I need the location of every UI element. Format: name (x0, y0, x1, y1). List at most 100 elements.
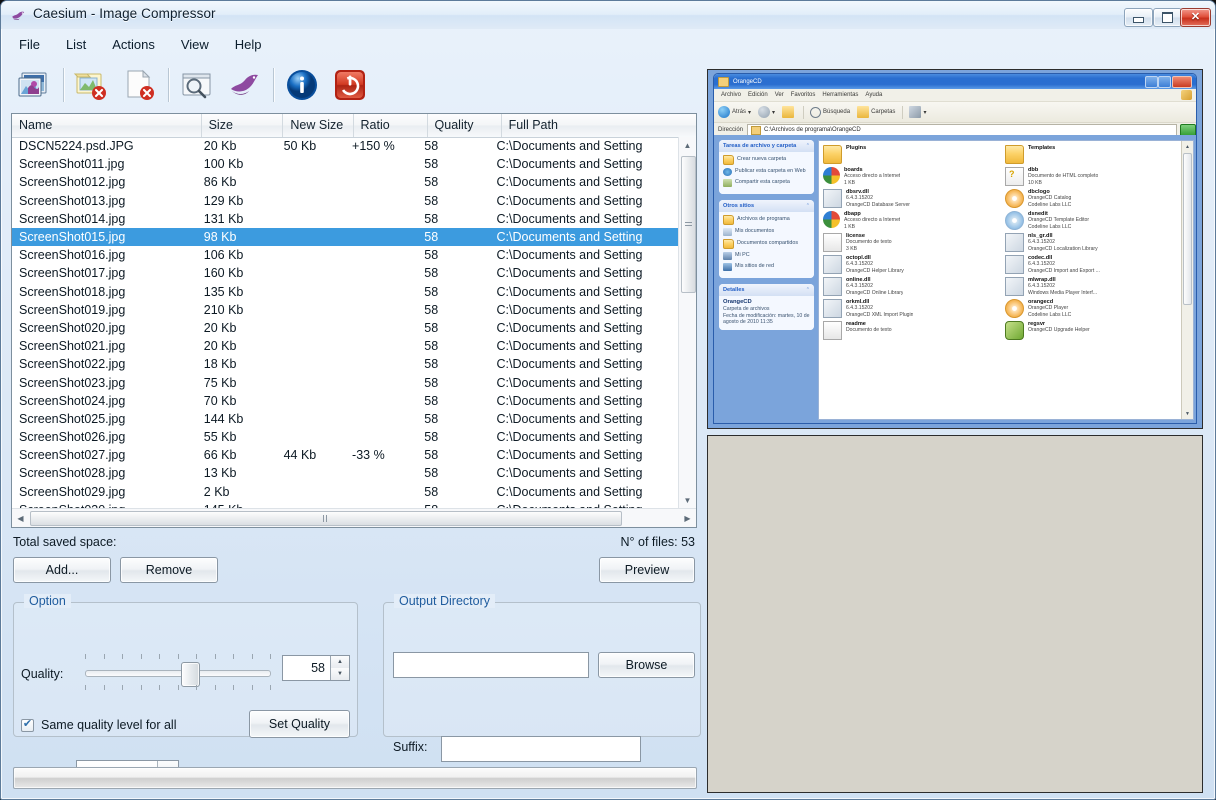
file-size-cell: 210 Kb (197, 301, 277, 319)
file-size-cell: 20 Kb (197, 319, 277, 337)
scroll-down-arrow-icon[interactable]: ▼ (679, 492, 696, 509)
menu-actions[interactable]: Actions (100, 34, 167, 55)
files-count-label: N° of files: 53 (621, 535, 695, 549)
xp-file-item: orkml.dll6.4.3.15202OrangeCD XML Import … (823, 299, 999, 318)
xp-file-item: readmeDocumento de texto (823, 321, 999, 340)
quality-slider[interactable] (85, 654, 271, 690)
xp-file-item: regsvrOrangeCD Upgrade Helper (1005, 321, 1181, 340)
horizontal-scroll-thumb[interactable] (30, 511, 622, 526)
table-row[interactable]: ScreenShot012.jpg86 Kb58C:\Documents and… (12, 173, 679, 191)
close-button[interactable]: ✕ (1180, 8, 1211, 27)
file-name-cell: ScreenShot018.jpg (12, 283, 197, 301)
table-row[interactable]: ScreenShot024.jpg70 Kb58C:\Documents and… (12, 392, 679, 410)
table-row[interactable]: ScreenShot013.jpg129 Kb58C:\Documents an… (12, 192, 679, 210)
file-path-cell: C:\Documents and Setting (490, 464, 679, 482)
file-path-cell: C:\Documents and Setting (490, 374, 679, 392)
frog-icon (1005, 321, 1024, 340)
exit-power-icon[interactable] (326, 61, 374, 109)
table-row[interactable]: ScreenShot016.jpg106 Kb58C:\Documents an… (12, 246, 679, 264)
file-name-cell: ScreenShot029.jpg (12, 483, 197, 501)
output-directory-input[interactable] (393, 652, 589, 678)
table-row[interactable]: ScreenShot018.jpg135 Kb58C:\Documents an… (12, 283, 679, 301)
table-row[interactable]: ScreenShot021.jpg20 Kb58C:\Documents and… (12, 337, 679, 355)
secondary-preview-panel[interactable] (707, 435, 1203, 793)
preview-button[interactable]: Preview (599, 557, 695, 583)
xp-file-detail: Codeline Labs LLC (1028, 312, 1071, 318)
maximize-button[interactable] (1153, 8, 1182, 27)
menu-view[interactable]: View (169, 34, 221, 55)
table-row[interactable]: ScreenShot019.jpg210 Kb58C:\Documents an… (12, 301, 679, 319)
table-row[interactable]: ScreenShot014.jpg131 Kb58C:\Documents an… (12, 210, 679, 228)
preview-magnifier-icon[interactable] (173, 61, 221, 109)
add-images-icon[interactable] (11, 61, 59, 109)
browse-button[interactable]: Browse (598, 652, 695, 678)
compress-bird-icon[interactable] (221, 61, 269, 109)
menu-file[interactable]: File (7, 34, 52, 55)
slider-ticks-bottom (85, 685, 271, 690)
file-quality-cell: 58 (417, 264, 489, 282)
add-button[interactable]: Add... (13, 557, 111, 583)
column-header-name[interactable]: Name (12, 114, 202, 137)
image-preview-panel[interactable]: OrangeCD Archivo Edición Ver Favoritos H… (707, 69, 1203, 429)
minimize-button[interactable] (1124, 8, 1153, 27)
file-quality-cell: 58 (417, 246, 489, 264)
column-header-full-path[interactable]: Full Path (502, 114, 696, 137)
same-quality-checkbox[interactable]: ✔ (21, 719, 34, 732)
xp-file-text: Plugins (846, 145, 866, 151)
table-row[interactable]: DSCN5224.psd.JPG20 Kb50 Kb+150 %58C:\Doc… (12, 137, 679, 155)
file-quality-cell: 58 (417, 464, 489, 482)
scroll-up-arrow-icon[interactable]: ▲ (679, 137, 696, 154)
same-quality-checkbox-row[interactable]: ✔ Same quality level for all (21, 718, 176, 732)
xp-panel-other-places: Otros sitios ⌃ Archivos de programa (719, 200, 814, 278)
horizontal-scrollbar[interactable]: ◀ ▶ (12, 508, 696, 527)
scroll-left-arrow-icon[interactable]: ◀ (12, 510, 29, 527)
xp-file-detail: OrangeCD Database Server (846, 202, 910, 208)
file-list[interactable]: Name Size New Size Ratio Quality Full Pa… (11, 113, 697, 528)
table-row[interactable]: ScreenShot027.jpg66 Kb44 Kb-33 %58C:\Doc… (12, 446, 679, 464)
xp-menu-favoritos: Favoritos (791, 92, 816, 98)
table-row[interactable]: ScreenShot025.jpg144 Kb58C:\Documents an… (12, 410, 679, 428)
clear-list-icon[interactable] (116, 61, 164, 109)
table-row[interactable]: ScreenShot017.jpg160 Kb58C:\Documents an… (12, 264, 679, 282)
file-quality-cell: 58 (417, 137, 489, 155)
table-row[interactable]: ScreenShot029.jpg2 Kb58C:\Documents and … (12, 483, 679, 501)
column-header-new-size[interactable]: New Size (283, 114, 353, 137)
toolbar (7, 57, 701, 113)
column-header-quality[interactable]: Quality (428, 114, 502, 137)
xp-file-detail: Codeline Labs LLC (1028, 224, 1089, 230)
table-row[interactable]: ScreenShot023.jpg75 Kb58C:\Documents and… (12, 373, 679, 391)
vertical-scroll-thumb[interactable] (681, 156, 696, 293)
column-header-ratio[interactable]: Ratio (354, 114, 428, 137)
table-row[interactable]: ScreenShot011.jpg100 Kb58C:\Documents an… (12, 155, 679, 173)
menu-help[interactable]: Help (223, 34, 274, 55)
slider-thumb[interactable] (181, 662, 200, 687)
table-row[interactable]: ScreenShot020.jpg20 Kb58C:\Documents and… (12, 319, 679, 337)
quality-value[interactable]: 58 (283, 656, 330, 680)
xp-file-item: dbbDocumento de HTML completo10 KB (1005, 167, 1181, 186)
table-row[interactable]: ScreenShot026.jpg55 Kb58C:\Documents and… (12, 428, 679, 446)
vertical-scrollbar[interactable]: ▲ ▼ (678, 137, 696, 509)
scroll-right-arrow-icon[interactable]: ▶ (679, 510, 696, 527)
table-row[interactable]: ScreenShot022.jpg18 Kb58C:\Documents and… (12, 355, 679, 373)
stepper-down-icon[interactable]: ▼ (330, 668, 349, 680)
suffix-input[interactable] (441, 736, 641, 762)
same-quality-label[interactable]: Same quality level for all (41, 718, 176, 732)
file-size-cell: 66 Kb (197, 446, 277, 464)
remove-button[interactable]: Remove (120, 557, 218, 583)
file-path-cell: C:\Documents and Setting (490, 173, 679, 191)
cd-edit-icon (1005, 211, 1024, 230)
file-quality-cell: 58 (417, 446, 489, 464)
slider-track[interactable] (85, 670, 271, 677)
quality-stepper[interactable]: 58 ▲ ▼ (282, 655, 350, 681)
menu-list[interactable]: List (54, 34, 98, 55)
xp-file-text: regsvrOrangeCD Upgrade Helper (1028, 321, 1090, 334)
info-icon[interactable] (278, 61, 326, 109)
remove-image-icon[interactable] (68, 61, 116, 109)
xp-file-detail: Acceso directo a Internet (844, 173, 900, 179)
column-header-size[interactable]: Size (202, 114, 284, 137)
table-row[interactable]: ScreenShot015.jpg98 Kb58C:\Documents and… (12, 228, 679, 246)
set-quality-button[interactable]: Set Quality (249, 710, 350, 738)
xp-file-item: Templates (1005, 145, 1181, 164)
table-row[interactable]: ScreenShot028.jpg13 Kb58C:\Documents and… (12, 464, 679, 482)
xp-file-detail: Codeline Labs LLC (1028, 202, 1071, 208)
